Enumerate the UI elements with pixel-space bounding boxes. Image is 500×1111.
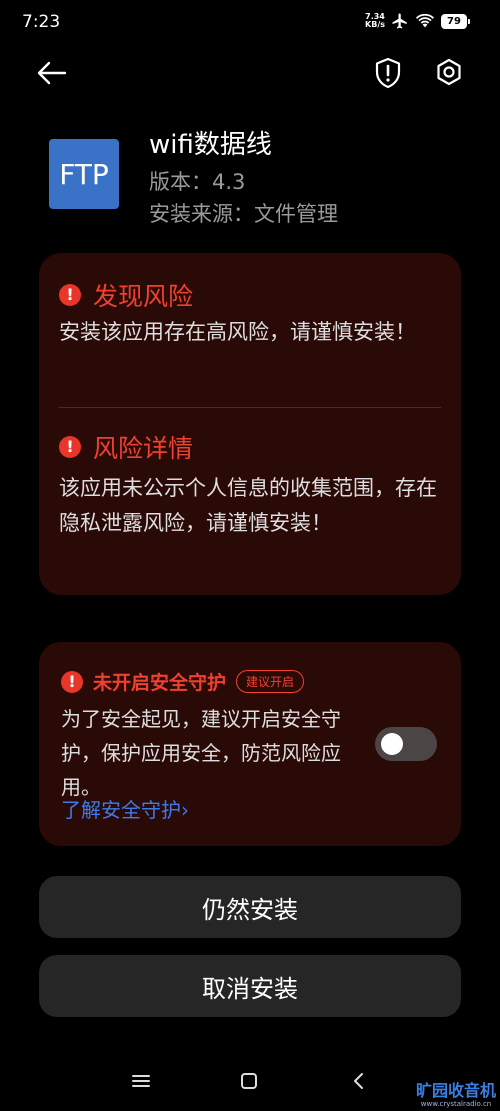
back-icon — [354, 1073, 363, 1089]
battery-icon: 79 — [441, 13, 470, 29]
nav-home-button[interactable] — [238, 1070, 260, 1092]
app-name: wifi数据线 — [149, 130, 272, 160]
watermark: 旷园收音机 www.crystalradio.cn — [416, 1082, 496, 1109]
risk-found-header: ! 发现风险 — [59, 277, 193, 313]
home-icon — [241, 1073, 257, 1089]
status-time: 7:23 — [22, 12, 61, 32]
watermark-title: 旷园收音机 — [415, 1081, 496, 1100]
warning-icon: ! — [59, 284, 81, 306]
toggle-knob — [381, 733, 403, 755]
airplane-icon — [392, 13, 407, 29]
status-bar: 7:23 7.34 KB/s 79 — [0, 0, 500, 44]
warning-icon: ! — [61, 670, 83, 693]
security-button[interactable] — [372, 55, 404, 91]
watermark-url: www.crystalradio.cn — [420, 1100, 492, 1108]
protection-header: ! 未开启安全守护 建议开启 — [61, 668, 305, 695]
menu-icon — [132, 1075, 150, 1087]
back-button[interactable] — [34, 55, 70, 91]
status-icons: 7.34 KB/s 79 — [365, 12, 470, 30]
install-anyway-button[interactable]: 仍然安装 — [39, 876, 461, 938]
app-version: 版本：4.3 — [149, 170, 246, 194]
nav-back-button[interactable] — [348, 1070, 370, 1092]
app-install-source: 安装来源：文件管理 — [149, 202, 338, 226]
divider — [59, 407, 441, 408]
settings-button[interactable] — [432, 55, 466, 91]
suggest-badge: 建议开启 — [236, 670, 305, 693]
learn-protection-link[interactable]: 了解安全守护› — [61, 794, 189, 823]
battery-level: 79 — [441, 13, 467, 29]
cancel-install-button[interactable]: 取消安装 — [39, 955, 461, 1017]
gear-icon — [437, 58, 461, 86]
protection-title: 未开启安全守护 — [93, 672, 227, 694]
network-speed-unit: KB/s — [365, 20, 385, 29]
risk-detail-title: 风险详情 — [93, 434, 194, 463]
risk-detail-header: ! 风险详情 — [59, 429, 193, 465]
risk-found-title: 发现风险 — [93, 282, 194, 311]
nav-menu-button[interactable] — [130, 1070, 152, 1092]
risk-detail-text: 该应用未公示个人信息的收集范围，存在隐私泄露风险，请谨慎安装！ — [59, 476, 437, 535]
protection-text: 为了安全起见，建议开启安全守护，保护应用安全，防范风险应用。 — [61, 707, 341, 799]
network-speed: 7.34 KB/s — [365, 13, 385, 29]
risk-card: ! 发现风险 安装该应用存在高风险，请谨慎安装！ ! 风险详情 该应用未公示个人… — [39, 253, 461, 595]
wifi-icon — [415, 13, 435, 28]
warning-icon: ! — [59, 436, 81, 458]
protection-card: ! 未开启安全守护 建议开启 为了安全起见，建议开启安全守护，保护应用安全，防范… — [39, 642, 461, 846]
protection-toggle[interactable] — [375, 727, 437, 761]
back-arrow-icon — [37, 61, 67, 85]
shield-exclamation-icon — [375, 57, 401, 89]
app-icon: FTP — [49, 139, 119, 209]
app-icon-text: FTP — [59, 157, 109, 191]
risk-found-text: 安装该应用存在高风险，请谨慎安装！ — [59, 320, 416, 344]
